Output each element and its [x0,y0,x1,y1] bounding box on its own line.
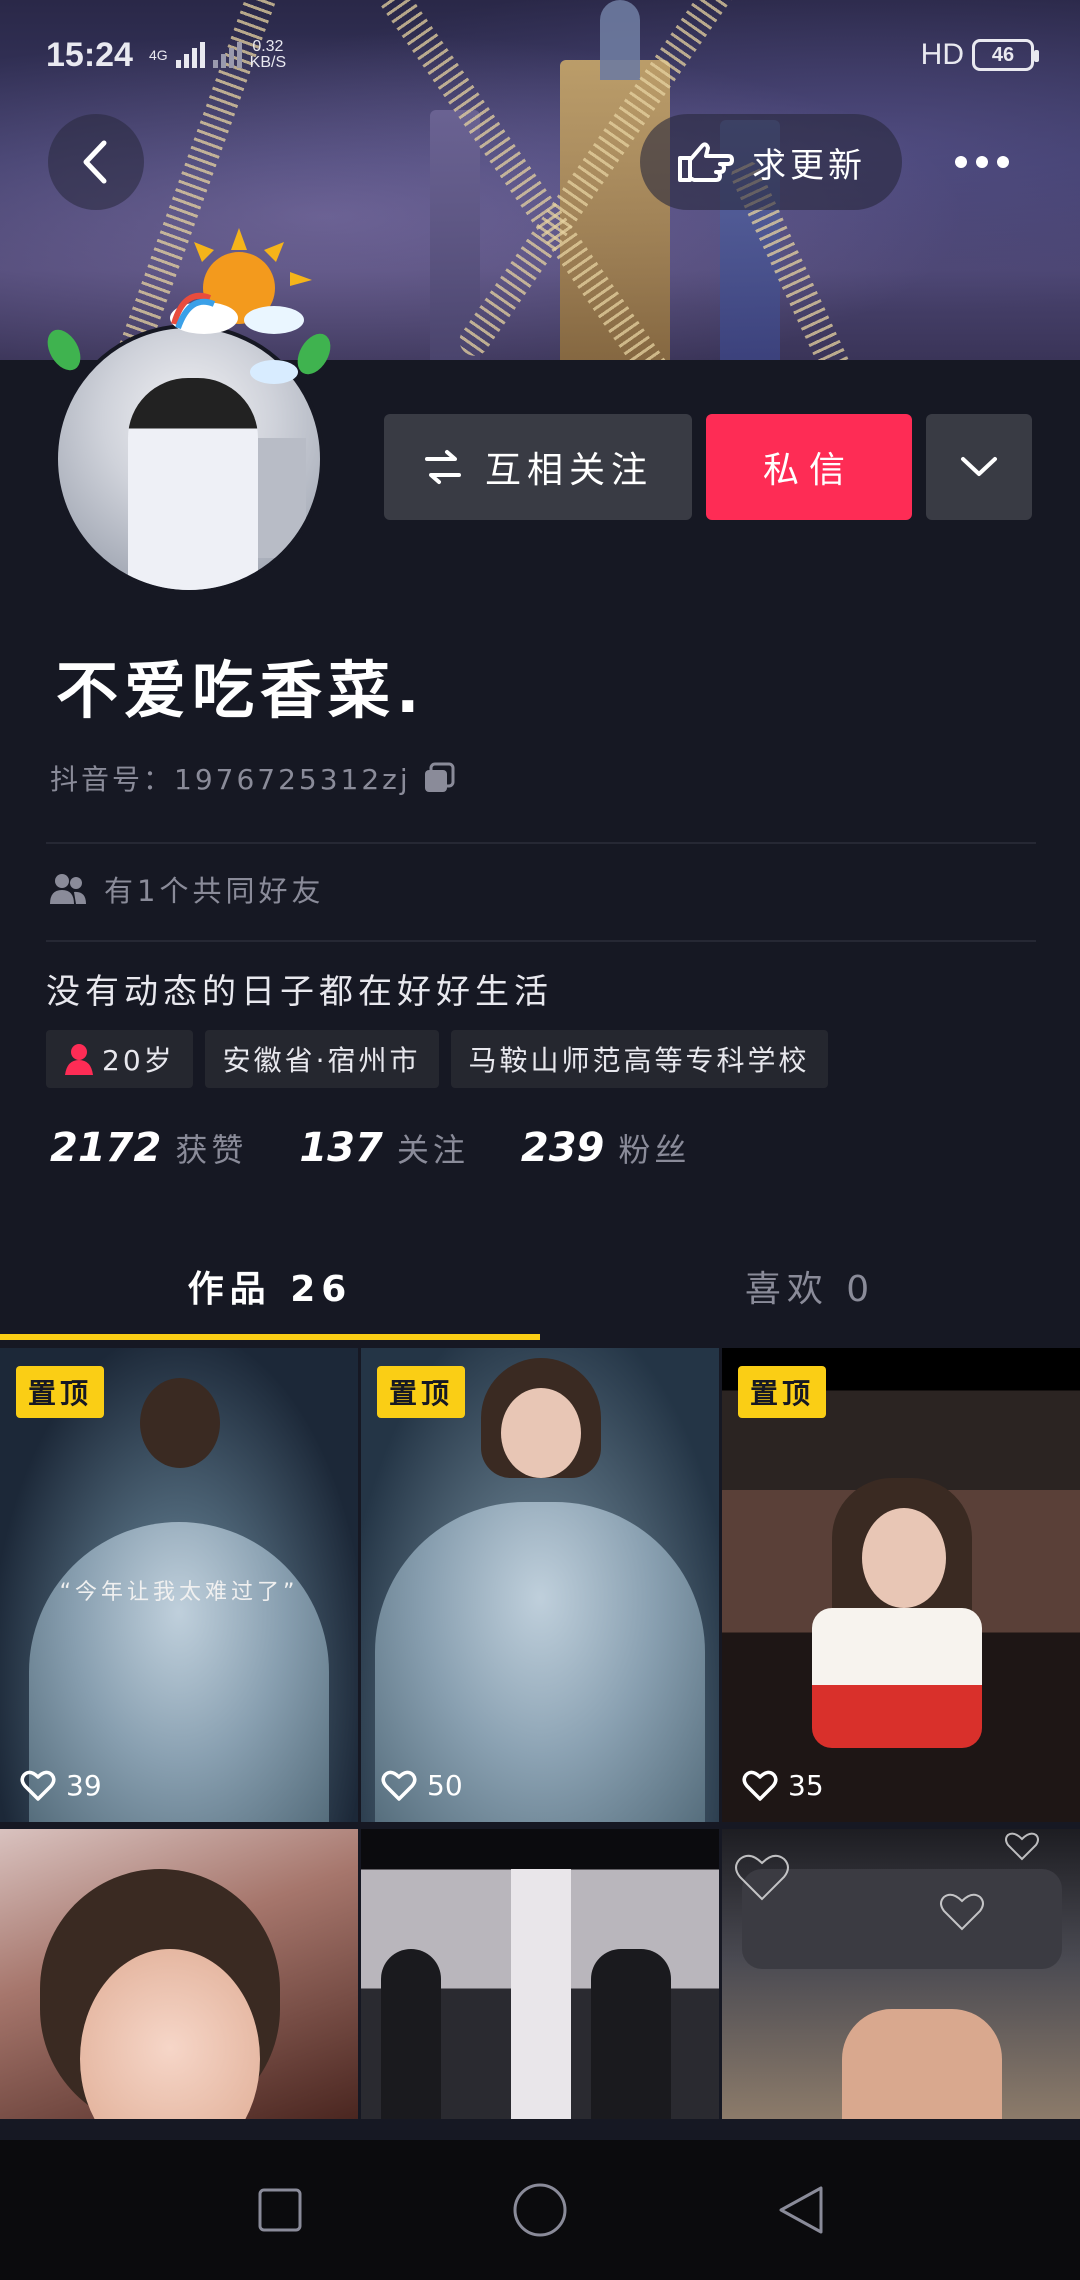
status-time: 15:24 [46,35,133,74]
followers-stat[interactable]: 239 粉丝 [521,1125,691,1171]
swap-arrows-icon [424,450,461,484]
video-thumbnail[interactable] [361,1829,719,2119]
nickname: 不爱吃香菜. [56,654,426,727]
video-likes-count: 35 [788,1769,824,1802]
divider [46,842,1036,844]
video-thumbnail[interactable] [722,1829,1080,2119]
video-likes-count: 50 [427,1769,463,1802]
video-thumbnail[interactable]: 置顶 35 [722,1348,1080,1822]
location-label: 安徽省·宿州市 [222,1044,421,1077]
tab-works[interactable]: 作品 26 [0,1230,540,1342]
school-tag[interactable]: 马鞍山师范高等专科学校 [450,1030,828,1088]
request-update-label: 求更新 [752,145,866,186]
avatar[interactable] [44,220,344,600]
request-update-button[interactable]: 求更新 [640,114,902,210]
expand-recommendations-button[interactable] [926,414,1032,520]
hd-indicator: HD [920,38,964,71]
friends-icon [50,874,86,904]
video-thumbnail[interactable]: 置顶 50 [361,1348,719,1822]
douyin-id: 抖音号：1976725312zj [50,763,411,796]
home-button[interactable] [505,2175,575,2245]
signal-icon [175,42,205,68]
video-likes-count: 39 [66,1769,102,1802]
leaf-decoration-icon [47,329,331,384]
profile-tabs: 作品 26 喜欢 0 [0,1230,1080,1342]
battery-icon: 46 [972,39,1039,71]
network-indicators: 4G 0.32 KB/S [149,39,286,71]
status-bar: 15:24 4G 0.32 KB/S HD 46 [0,0,1080,110]
mutual-friends-row[interactable]: 有1个共同好友 [48,868,324,910]
heart-icon [742,1770,778,1801]
triangle-back-icon [779,2186,823,2234]
profile-tags: 20岁 安徽省·宿州市 马鞍山师范高等专科学校 [46,1030,828,1088]
video-likes: 35 [742,1769,824,1802]
system-navigation-bar [0,2140,1080,2280]
chevron-left-icon [83,140,107,184]
system-back-button[interactable] [765,2175,835,2245]
profile-stats: 2172 获赞 137 关注 239 粉丝 [50,1125,690,1171]
heart-icon [20,1770,56,1801]
likes-stat: 2172 获赞 [50,1125,247,1171]
following-stat[interactable]: 137 关注 [299,1125,469,1171]
douyin-id-row: 抖音号：1976725312zj [50,758,457,798]
video-thumbnail[interactable]: “今年让我太难过了” 置顶 39 [0,1348,358,1822]
pinned-badge: 置顶 [16,1366,105,1418]
school-label: 马鞍山师范高等专科学校 [468,1044,810,1077]
signal-off-icon [212,42,242,68]
message-button[interactable]: 私信 [706,414,912,520]
more-dots-icon [955,156,1009,168]
heart-decoration-icon [735,1832,1039,1931]
female-user-icon [65,1044,93,1075]
pinned-badge: 置顶 [738,1366,827,1418]
network-speed-unit: KB/S [249,54,287,71]
message-label: 私信 [762,450,855,491]
square-icon [258,2188,302,2232]
age-label: 20岁 [102,1044,175,1077]
network-speed: 0.32 KB/S [250,39,286,71]
recents-button[interactable] [245,2175,315,2245]
battery-level: 46 [991,43,1015,66]
video-likes: 50 [381,1769,463,1802]
following-count: 137 [299,1125,383,1171]
network-type-label: 4G [148,47,168,63]
likes-label: 获赞 [175,1131,248,1169]
video-likes: 39 [20,1769,102,1802]
likes-count: 2172 [50,1125,162,1171]
following-label: 关注 [396,1131,469,1169]
back-button[interactable] [48,114,144,210]
chevron-down-icon [961,457,997,476]
followers-count: 239 [520,1125,605,1171]
mutual-follow-button[interactable]: 互相关注 [384,414,692,520]
circle-icon [513,2183,567,2237]
pinned-badge: 置顶 [377,1366,466,1418]
copy-icon[interactable] [421,760,457,796]
more-options-button[interactable] [934,114,1030,210]
location-tag: 安徽省·宿州市 [204,1030,439,1088]
video-grid: “今年让我太难过了” 置顶 39 置顶 50 置顶 35 [0,1348,1080,2119]
active-tab-indicator [0,1334,540,1340]
video-thumbnail[interactable] [0,1829,358,2119]
age-tag: 20岁 [46,1030,193,1088]
mutual-friends-label: 有1个共同好友 [104,874,325,908]
mutual-follow-label: 互相关注 [484,450,653,491]
bio: 没有动态的日子都在好好生活 [46,972,553,1012]
tab-liked[interactable]: 喜欢 0 [540,1230,1080,1342]
heart-icon [381,1770,417,1801]
video-caption: “今年让我太难过了” [59,1580,299,1605]
followers-label: 粉丝 [618,1131,691,1169]
divider [46,940,1036,942]
pointing-hand-icon [678,142,734,182]
network-speed-value: 0.32 [252,38,284,55]
